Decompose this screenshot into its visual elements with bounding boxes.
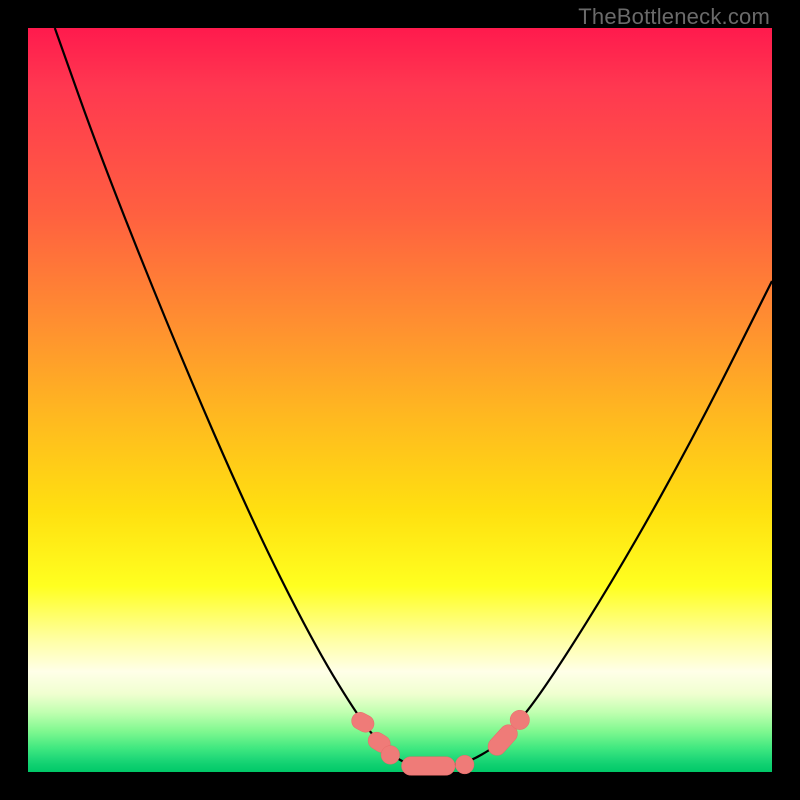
marker-dot xyxy=(455,755,474,774)
curve-overlay xyxy=(28,28,772,772)
bottleneck-curve xyxy=(55,28,772,766)
attribution-label: TheBottleneck.com xyxy=(578,4,770,30)
outer-frame: TheBottleneck.com xyxy=(0,0,800,800)
valley-markers xyxy=(349,709,530,775)
marker-dot xyxy=(510,710,529,729)
marker-capsule xyxy=(402,757,456,776)
marker-dot xyxy=(381,746,400,765)
marker-capsule xyxy=(349,709,377,735)
